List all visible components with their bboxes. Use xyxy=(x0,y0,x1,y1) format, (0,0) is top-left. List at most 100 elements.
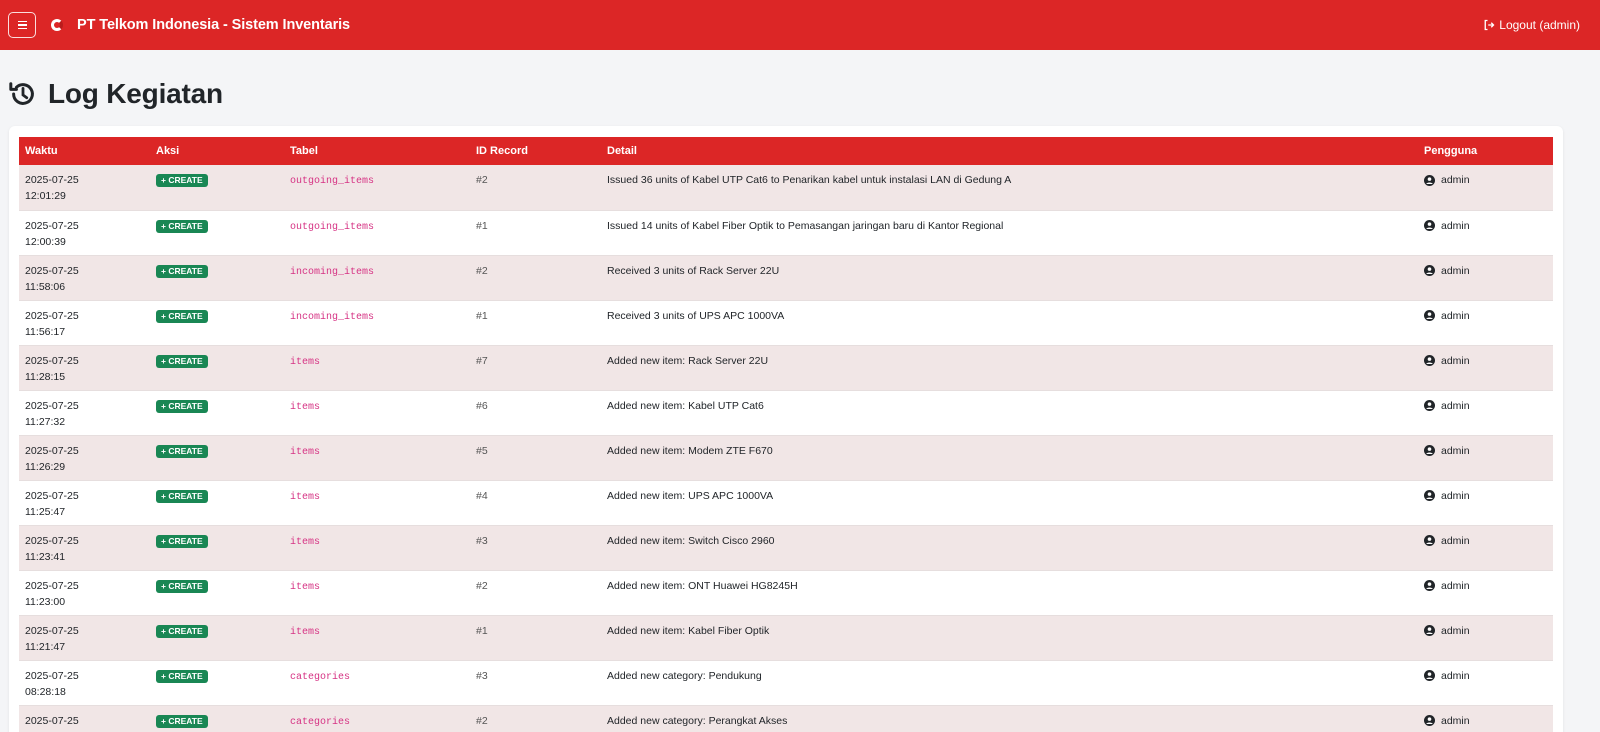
user-cell: admin xyxy=(1418,300,1553,346)
record-id: #6 xyxy=(476,399,488,412)
column-header-pengguna: Pengguna xyxy=(1424,145,1478,157)
log-date: 2025-07-25 xyxy=(25,624,79,637)
action-cell: + CREATE xyxy=(150,705,284,732)
user-circle-icon xyxy=(1424,174,1435,186)
table-row: 2025-07-25 11:58:06 + CREATE incoming_ite… xyxy=(19,255,1553,301)
detail-text: Added new item: Rack Server 22U xyxy=(607,354,769,367)
create-badge: + CREATE xyxy=(156,264,208,278)
detail-text: Added new item: Kabel UTP Cat6 xyxy=(607,399,764,412)
table-name: categories xyxy=(290,671,351,683)
user-circle-icon xyxy=(1424,625,1435,636)
table-row: 2025-07-25 12:01:29 + CREATE outgoing_ite… xyxy=(19,165,1553,211)
user-circle-icon xyxy=(1424,715,1435,726)
sign-out-icon xyxy=(1484,19,1495,31)
record-id-cell: #1 xyxy=(470,615,601,661)
detail-text: Added new item: UPS APC 1000VA xyxy=(607,489,774,502)
record-id-cell: #1 xyxy=(470,210,601,256)
table-cell: items xyxy=(284,525,470,571)
log-date: 2025-07-25 xyxy=(25,354,79,367)
log-date: 2025-07-25 xyxy=(25,309,79,322)
create-badge: + CREATE xyxy=(156,354,208,368)
brand-title[interactable]: PT Telkom Indonesia - Sistem Inventaris xyxy=(77,17,350,33)
log-time: 11:58:06 xyxy=(25,280,66,293)
create-badge: + CREATE xyxy=(156,399,208,413)
time-cell: 2025-07-25 11:58:06 xyxy=(19,255,150,301)
log-time: 11:25:47 xyxy=(25,505,66,518)
user-name: admin xyxy=(1441,219,1470,232)
log-time: 11:27:32 xyxy=(25,415,66,428)
log-time: 11:23:41 xyxy=(25,550,66,563)
log-time: 12:00:39 xyxy=(25,235,66,248)
time-cell: 2025-07-25 12:01:29 xyxy=(19,165,150,211)
user-circle-icon xyxy=(1424,670,1435,681)
table-row: 2025-07-25 11:25:47 + CREATE items #4 Add… xyxy=(19,480,1553,526)
table-header-row: Waktu Aksi Tabel ID Record Detail Penggu… xyxy=(19,137,1553,165)
table-cell: categories xyxy=(284,660,470,706)
logout-link[interactable]: Logout (admin) xyxy=(1483,18,1580,32)
table-row: 2025-07-25 11:56:17 + CREATE incoming_ite… xyxy=(19,300,1553,346)
record-id: #2 xyxy=(476,579,488,592)
table-row: 2025-07-25 11:21:47 + CREATE items #1 Add… xyxy=(19,615,1553,661)
log-time: 12:01:29 xyxy=(25,190,66,202)
record-id: #5 xyxy=(476,444,488,457)
detail-text: Issued 14 units of Kabel Fiber Optik to … xyxy=(607,219,1004,232)
record-id: #1 xyxy=(476,219,488,232)
user-name: admin xyxy=(1441,354,1470,367)
user-cell: admin xyxy=(1418,615,1553,661)
record-id-cell: #2 xyxy=(470,705,601,732)
table-cell: outgoing_items xyxy=(284,165,470,211)
column-header-id-record: ID Record xyxy=(476,145,528,157)
user-cell: admin xyxy=(1418,255,1553,301)
history-icon xyxy=(9,82,34,105)
detail-cell: Added new item: ONT Huawei HG8245H xyxy=(601,570,1418,616)
action-cell: + CREATE xyxy=(150,615,284,661)
table-cell: items xyxy=(284,615,470,661)
column-header-aksi: Aksi xyxy=(156,145,180,157)
log-date: 2025-07-25 xyxy=(25,399,79,412)
log-time: 11:28:15 xyxy=(25,370,66,383)
record-id-cell: #5 xyxy=(470,435,601,481)
action-cell: + CREATE xyxy=(150,300,284,346)
user-cell: admin xyxy=(1418,525,1553,571)
table-cell: incoming_items xyxy=(284,300,470,346)
time-cell: 2025-07-25 11:27:32 xyxy=(19,390,150,436)
detail-text: Added new category: Pendukung xyxy=(607,669,762,682)
log-date: 2025-07-25 xyxy=(25,579,79,592)
time-cell: 2025-07-25 11:23:41 xyxy=(19,525,150,571)
user-cell: admin xyxy=(1418,435,1553,481)
create-badge: + CREATE xyxy=(156,309,208,323)
time-cell: 2025-07-25 11:25:47 xyxy=(19,480,150,526)
table-name: items xyxy=(290,536,321,548)
create-badge: + CREATE xyxy=(156,624,208,638)
action-cell: + CREATE xyxy=(150,570,284,616)
table-name: outgoing_items xyxy=(290,221,375,233)
user-name: admin xyxy=(1441,444,1470,457)
detail-cell: Added new category: Pendukung xyxy=(601,660,1418,706)
time-cell: 2025-07-25 11:28:15 xyxy=(19,345,150,391)
table-cell: items xyxy=(284,480,470,526)
action-cell: + CREATE xyxy=(150,255,284,301)
table-row: 2025-07-25 + CREATE categories #2 Added … xyxy=(19,705,1553,732)
user-cell: admin xyxy=(1418,570,1553,616)
table-cell: items xyxy=(284,570,470,616)
column-header-detail: Detail xyxy=(607,145,637,157)
table-row: 2025-07-25 11:27:32 + CREATE items #6 Add… xyxy=(19,390,1553,436)
user-name: admin xyxy=(1441,309,1470,322)
menu-toggle-button[interactable] xyxy=(8,12,36,38)
record-id: #1 xyxy=(476,624,488,637)
create-badge: + CREATE xyxy=(156,579,208,593)
table-name: categories xyxy=(290,716,351,728)
record-id-cell: #2 xyxy=(470,570,601,616)
table-name: items xyxy=(290,356,321,368)
table-cell: outgoing_items xyxy=(284,210,470,256)
activity-log-table: Waktu Aksi Tabel ID Record Detail Penggu… xyxy=(19,137,1553,732)
user-name: admin xyxy=(1441,264,1470,277)
user-name: admin xyxy=(1441,669,1470,682)
detail-cell: Added new item: Modem ZTE F670 xyxy=(601,435,1418,481)
table-name: items xyxy=(290,626,321,638)
telkom-logo xyxy=(51,19,63,31)
user-name: admin xyxy=(1441,489,1470,502)
user-circle-icon xyxy=(1424,400,1435,411)
page-header: Log Kegiatan xyxy=(8,78,223,110)
record-id-cell: #3 xyxy=(470,525,601,571)
